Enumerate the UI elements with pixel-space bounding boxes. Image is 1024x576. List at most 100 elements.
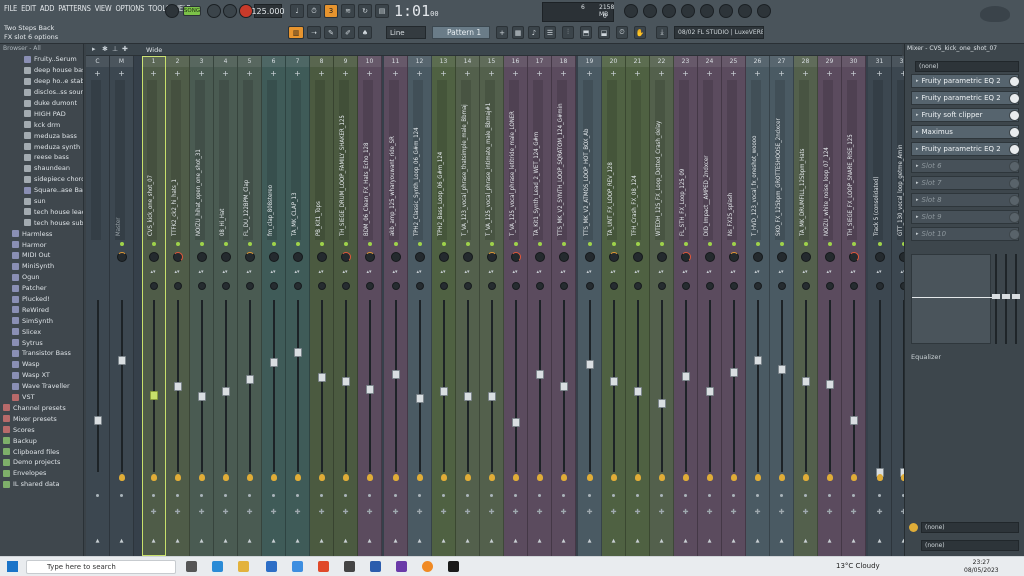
browser-item[interactable]: duke dumont bbox=[0, 98, 83, 109]
stereo-swap-icon[interactable]: ▴▾ bbox=[561, 270, 566, 275]
pan-knob[interactable] bbox=[848, 252, 859, 262]
mixer-track-13[interactable]: 13 + TPH2_Bass_Loop_06_G#m_124 ▴▾ ✚ ▲ bbox=[432, 56, 456, 556]
track-bulb-icon[interactable] bbox=[560, 474, 567, 481]
volume-fader[interactable] bbox=[609, 376, 618, 386]
audio-settings-icon[interactable] bbox=[643, 4, 657, 18]
insert-plus-icon[interactable]: + bbox=[842, 69, 865, 78]
eq-band-fader-3[interactable] bbox=[1012, 294, 1020, 299]
route-arrow-icon[interactable]: ▲ bbox=[626, 538, 649, 544]
pan-knob[interactable] bbox=[292, 252, 303, 262]
route-arrow-icon[interactable]: ▲ bbox=[770, 538, 793, 544]
record-arm-dot[interactable] bbox=[200, 494, 203, 497]
pan-knob[interactable] bbox=[632, 252, 643, 262]
track-enable-led[interactable] bbox=[561, 242, 566, 246]
pan-knob[interactable] bbox=[776, 252, 787, 262]
mixer-track-22[interactable]: 22 + WTEDH_125_FX_Loop_Dotted_Crash_delay ▴… bbox=[650, 56, 674, 556]
slot-arrow-icon[interactable]: ▸ bbox=[916, 197, 919, 203]
pan-knob[interactable] bbox=[680, 252, 691, 262]
mixer-track-3[interactable]: 3 + NOIZU_hihat_open_one_shot_31 ▴▾ ✚ ▲ bbox=[190, 56, 214, 556]
send-connector-icon[interactable]: ✚ bbox=[722, 508, 745, 516]
track-enable-led[interactable] bbox=[755, 242, 760, 246]
step-edit-icon[interactable]: ▤ bbox=[375, 4, 389, 18]
track-enable-led[interactable] bbox=[779, 242, 784, 246]
mixer-track-1[interactable]: 1 + CVS_kick_one_shot_07 ▴▾ ✚ ▲ bbox=[142, 56, 166, 556]
route-arrow-icon[interactable]: ▲ bbox=[722, 538, 745, 544]
track-bulb-icon[interactable] bbox=[730, 474, 737, 481]
stereo-separation-knob[interactable] bbox=[173, 282, 182, 290]
send-connector-icon[interactable]: ✚ bbox=[310, 508, 333, 516]
volume-fader[interactable] bbox=[487, 392, 496, 402]
pan-knob[interactable] bbox=[220, 252, 231, 262]
mixer-track-18[interactable]: 18 + TTS_MK_V2_SYNTH_LOOP_SQRATOM_124_G#mi… bbox=[552, 56, 576, 556]
fx-slot-10[interactable]: ▸ Slot 10 bbox=[911, 227, 1020, 241]
send-connector-icon[interactable]: ✚ bbox=[746, 508, 769, 516]
send-connector-icon[interactable]: ✚ bbox=[504, 508, 527, 516]
stereo-swap-icon[interactable]: ▴▾ bbox=[223, 270, 228, 275]
chat-icon[interactable] bbox=[738, 4, 752, 18]
record-arm-dot[interactable] bbox=[660, 494, 663, 497]
track-enable-led[interactable] bbox=[151, 242, 156, 246]
mixer-track-26[interactable]: 26 + T_HVD_123_vocal_fx_oneshot_woooo ▴▾ ✚ ▲ bbox=[746, 56, 770, 556]
route-arrow-icon[interactable]: ▲ bbox=[142, 538, 165, 544]
view-icon[interactable]: ▦ bbox=[512, 26, 524, 39]
volume-fader[interactable] bbox=[415, 394, 424, 404]
send-connector-icon[interactable]: ✚ bbox=[286, 508, 309, 516]
insert-plus-icon[interactable]: + bbox=[480, 69, 503, 78]
stereo-separation-knob[interactable] bbox=[415, 282, 424, 290]
track-bulb-icon[interactable] bbox=[416, 474, 423, 481]
track-bulb-icon[interactable] bbox=[440, 474, 447, 481]
route-arrow-icon[interactable]: ▲ bbox=[358, 538, 381, 544]
send-connector-icon[interactable]: ✚ bbox=[456, 508, 479, 516]
track-bulb-icon[interactable] bbox=[392, 474, 399, 481]
track-enable-led[interactable] bbox=[417, 242, 422, 246]
track-bulb-icon[interactable] bbox=[464, 474, 471, 481]
task-view-icon[interactable] bbox=[186, 561, 197, 572]
browser-item[interactable]: Transistor Bass bbox=[0, 348, 83, 359]
metronome-icon[interactable]: ♩ bbox=[290, 4, 304, 18]
track-bulb-icon[interactable] bbox=[318, 474, 325, 481]
fx-slot-8[interactable]: ▸ Slot 8 bbox=[911, 193, 1020, 207]
piano-roll-icon[interactable] bbox=[681, 4, 695, 18]
wait-input-icon[interactable]: ⏱ bbox=[307, 4, 321, 18]
stereo-swap-icon[interactable]: ▴▾ bbox=[731, 270, 736, 275]
insert-plus-icon[interactable]: + bbox=[238, 69, 261, 78]
browser-item[interactable]: Slicex bbox=[0, 326, 83, 337]
menu-item[interactable]: VIEW bbox=[95, 4, 112, 13]
pan-knob[interactable] bbox=[510, 252, 521, 262]
browser-item[interactable]: Mixer presets bbox=[0, 413, 83, 424]
track-bulb-icon[interactable] bbox=[270, 474, 277, 481]
volume-fader[interactable] bbox=[681, 371, 690, 381]
track-enable-led[interactable] bbox=[223, 242, 228, 246]
mixer-pin-icon[interactable]: ✱ bbox=[102, 45, 108, 53]
track-enable-led[interactable] bbox=[343, 242, 348, 246]
track-enable-led[interactable] bbox=[611, 242, 616, 246]
stereo-separation-knob[interactable] bbox=[825, 282, 834, 290]
route-arrow-icon[interactable]: ▲ bbox=[384, 538, 407, 544]
stereo-swap-icon[interactable]: ▴▾ bbox=[755, 270, 760, 275]
stereo-swap-icon[interactable]: ▴▾ bbox=[537, 270, 542, 275]
send-connector-icon[interactable]: ✚ bbox=[358, 508, 381, 516]
send-connector-icon[interactable]: ✚ bbox=[334, 508, 357, 516]
pan-knob[interactable] bbox=[244, 252, 255, 262]
send-connector-icon[interactable]: ✚ bbox=[432, 508, 455, 516]
volume-fader[interactable] bbox=[317, 373, 326, 383]
mixer-track-25[interactable]: 25 + Ns_FX25_splash ▴▾ ✚ ▲ bbox=[722, 56, 746, 556]
stereo-swap-icon[interactable]: ▴▾ bbox=[465, 270, 470, 275]
send-connector-icon[interactable]: ✚ bbox=[262, 508, 285, 516]
mail-icon[interactable] bbox=[292, 561, 303, 572]
insert-plus-icon[interactable]: + bbox=[698, 69, 721, 78]
send-connector-icon[interactable]: ✚ bbox=[384, 508, 407, 516]
track-bulb-icon[interactable] bbox=[850, 474, 857, 481]
route-arrow-icon[interactable]: ▲ bbox=[408, 538, 431, 544]
mixer-track-12[interactable]: 12 + TPH2_Classic_Synth_Loop_06_G#m_124 ▴▾ ✚… bbox=[408, 56, 432, 556]
stereo-separation-knob[interactable] bbox=[657, 282, 666, 290]
pan-knob[interactable] bbox=[534, 252, 545, 262]
magnet-snap-icon[interactable]: ▥ bbox=[288, 26, 304, 39]
insert-plus-icon[interactable]: + bbox=[794, 69, 817, 78]
mixer-track-8[interactable]: 8 + PB_Kit1_Tops ▴▾ ✚ ▲ bbox=[310, 56, 334, 556]
volume-fader[interactable] bbox=[173, 382, 182, 391]
volume-fader[interactable] bbox=[197, 392, 206, 402]
insert-plus-icon[interactable]: + bbox=[214, 69, 237, 78]
route-arrow-icon[interactable]: ▲ bbox=[86, 538, 109, 544]
app-icon[interactable] bbox=[396, 561, 407, 572]
